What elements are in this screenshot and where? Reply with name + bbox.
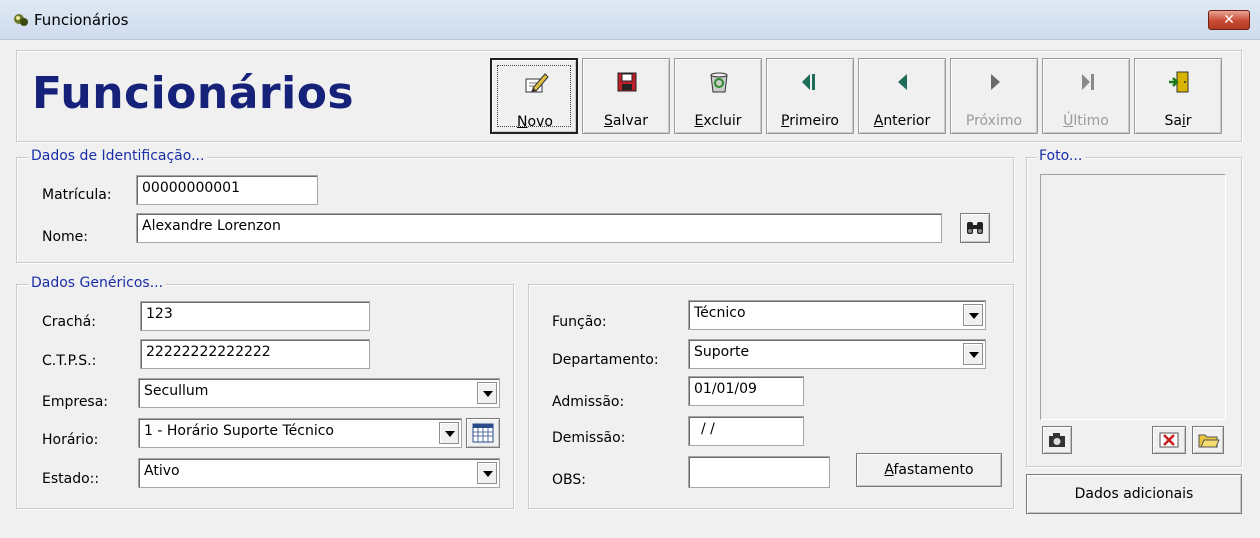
funcao-label: Função: bbox=[552, 314, 607, 330]
novo-button[interactable]: Novo bbox=[490, 58, 578, 134]
calendar-button[interactable] bbox=[466, 418, 500, 448]
binoculars-icon bbox=[967, 222, 983, 234]
title-bar: Funcionários ✕ bbox=[0, 0, 1260, 40]
funcionarios-window: Funcionários ✕ Funcionários Novo Salvar bbox=[0, 0, 1260, 538]
search-button[interactable] bbox=[960, 213, 990, 243]
admissao-label: Admissão: bbox=[552, 394, 625, 410]
identificacao-legend: Dados de Identificação... bbox=[28, 148, 208, 164]
empresa-select[interactable]: Secullum bbox=[138, 378, 500, 408]
primeiro-label: Primeiro bbox=[780, 113, 839, 129]
funcao-value: Técnico bbox=[694, 305, 746, 321]
estado-select[interactable]: Ativo bbox=[138, 458, 500, 488]
horario-label: Horário: bbox=[42, 432, 99, 448]
proximo-button[interactable]: Próximo bbox=[950, 58, 1038, 134]
admissao-input[interactable]: 01/01/09 bbox=[688, 376, 804, 406]
horario-value: 1 - Horário Suporte Técnico bbox=[144, 423, 334, 439]
estado-label: Estado:: bbox=[42, 471, 100, 487]
recycle-bin-icon bbox=[710, 72, 728, 93]
pencil-paper-icon bbox=[525, 73, 549, 93]
app-icon bbox=[14, 14, 28, 26]
departamento-value: Suporte bbox=[694, 344, 750, 360]
nome-input[interactable]: Alexandre Lorenzon bbox=[136, 213, 942, 243]
first-record-icon bbox=[802, 74, 815, 90]
ctps-label: C.T.P.S.: bbox=[42, 353, 97, 369]
anterior-button[interactable]: Anterior bbox=[858, 58, 946, 134]
excluir-button[interactable]: Excluir bbox=[674, 58, 762, 134]
nome-label: Nome: bbox=[42, 229, 89, 245]
departamento-select[interactable]: Suporte bbox=[688, 339, 986, 369]
camera-icon bbox=[1049, 433, 1065, 447]
salvar-label: Salvar bbox=[604, 113, 648, 129]
previous-record-icon bbox=[898, 74, 907, 90]
sair-label: Sair bbox=[1164, 113, 1192, 129]
empresa-value: Secullum bbox=[144, 383, 209, 399]
empresa-label: Empresa: bbox=[42, 394, 109, 410]
primeiro-button[interactable]: Primeiro bbox=[766, 58, 854, 134]
novo-label: Novo bbox=[517, 114, 553, 130]
window-title: Funcionários bbox=[34, 11, 129, 29]
cracha-input[interactable]: 123 bbox=[140, 301, 370, 331]
funcao-select[interactable]: Técnico bbox=[688, 300, 986, 330]
cracha-label: Crachá: bbox=[42, 314, 96, 330]
identificacao-group bbox=[16, 157, 1014, 263]
open-folder-icon bbox=[1198, 434, 1220, 448]
calendar-grid-icon bbox=[472, 423, 494, 443]
afastamento-button[interactable]: Afastamento bbox=[856, 453, 1002, 487]
chevron-down-icon[interactable] bbox=[477, 382, 497, 404]
excluir-label: Excluir bbox=[694, 113, 742, 129]
demissao-label: Demissão: bbox=[552, 430, 626, 446]
capture-photo-button[interactable] bbox=[1042, 426, 1072, 454]
horario-select[interactable]: 1 - Horário Suporte Técnico bbox=[138, 418, 462, 448]
open-photo-button[interactable] bbox=[1192, 426, 1224, 454]
floppy-disk-icon bbox=[617, 72, 637, 92]
obs-input[interactable] bbox=[688, 456, 830, 488]
ultimo-button[interactable]: Último bbox=[1042, 58, 1130, 134]
demissao-input[interactable]: / / bbox=[688, 416, 804, 446]
matricula-label: Matrícula: bbox=[42, 187, 112, 203]
salvar-button[interactable]: Salvar bbox=[582, 58, 670, 134]
estado-value: Ativo bbox=[144, 463, 180, 479]
sair-button[interactable]: Sair bbox=[1134, 58, 1222, 134]
close-button[interactable]: ✕ bbox=[1208, 10, 1250, 30]
ultimo-label: Último bbox=[1063, 113, 1109, 129]
exit-door-icon bbox=[1169, 71, 1189, 93]
obs-label: OBS: bbox=[552, 472, 586, 488]
chevron-down-icon[interactable] bbox=[963, 304, 983, 326]
next-record-icon bbox=[991, 74, 1000, 90]
photo-frame bbox=[1040, 174, 1226, 420]
delete-photo-icon bbox=[1159, 432, 1179, 448]
anterior-label: Anterior bbox=[873, 113, 931, 129]
chevron-down-icon[interactable] bbox=[963, 343, 983, 365]
proximo-label: Próximo bbox=[965, 113, 1023, 129]
matricula-input[interactable]: 00000000001 bbox=[136, 175, 318, 205]
foto-legend: Foto... bbox=[1036, 148, 1086, 164]
departamento-label: Departamento: bbox=[552, 352, 659, 368]
chevron-down-icon[interactable] bbox=[477, 462, 497, 484]
chevron-down-icon[interactable] bbox=[439, 422, 459, 444]
dados-adicionais-button[interactable]: Dados adicionais bbox=[1026, 474, 1242, 514]
delete-photo-button[interactable] bbox=[1152, 426, 1186, 454]
close-icon: ✕ bbox=[1223, 12, 1235, 28]
page-title: Funcionários bbox=[32, 68, 355, 119]
last-record-icon bbox=[1082, 74, 1094, 90]
ctps-input[interactable]: 22222222222222 bbox=[140, 339, 370, 369]
genericos-legend: Dados Genéricos... bbox=[28, 275, 167, 291]
